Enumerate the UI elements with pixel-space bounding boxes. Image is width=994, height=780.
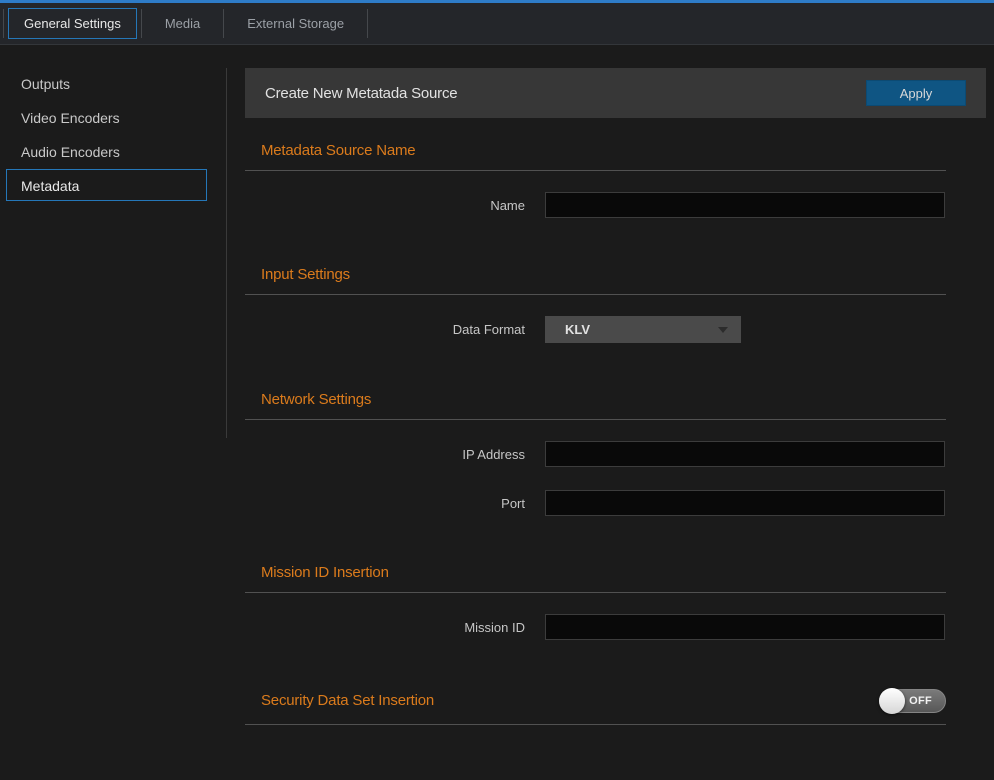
section-divider bbox=[245, 170, 946, 171]
section-heading-metadata-source-name: Metadata Source Name bbox=[261, 143, 946, 159]
form-row-security-data-set: Security Data Set Insertion OFF bbox=[245, 689, 946, 713]
sidebar: Outputs Video Encoders Audio Encoders Me… bbox=[0, 45, 227, 777]
form-row-data-format: Data Format KLV bbox=[245, 316, 946, 343]
app-window: General Settings Media External Storage … bbox=[0, 0, 994, 780]
toggle-state-label: OFF bbox=[909, 695, 932, 707]
tab-media[interactable]: Media bbox=[145, 8, 220, 39]
metadata-source-form: Metadata Source Name Name Input Settings… bbox=[245, 143, 946, 725]
section-heading-input-settings: Input Settings bbox=[261, 267, 946, 283]
sidebar-item-audio-encoders[interactable]: Audio Encoders bbox=[6, 135, 207, 167]
form-row-mission-id: Mission ID bbox=[245, 614, 946, 640]
section-divider bbox=[245, 294, 946, 295]
ip-address-input[interactable] bbox=[545, 441, 945, 467]
data-format-dropdown[interactable]: KLV bbox=[545, 316, 741, 343]
section-divider bbox=[245, 419, 946, 420]
ip-address-label: IP Address bbox=[245, 447, 545, 462]
tab-separator bbox=[367, 9, 368, 38]
form-row-ip-address: IP Address bbox=[245, 441, 946, 467]
port-label: Port bbox=[245, 496, 545, 511]
tab-general-settings[interactable]: General Settings bbox=[8, 8, 137, 39]
section-heading-mission-id-insertion: Mission ID Insertion bbox=[261, 565, 946, 581]
tab-external-storage[interactable]: External Storage bbox=[227, 8, 364, 39]
section-heading-security-data-set-insertion: Security Data Set Insertion bbox=[261, 693, 434, 709]
form-row-port: Port bbox=[245, 490, 946, 516]
name-label: Name bbox=[245, 198, 545, 213]
page-title: Create New Metatada Source bbox=[265, 85, 457, 102]
section-divider bbox=[245, 592, 946, 593]
toggle-knob-icon bbox=[879, 688, 905, 714]
tab-separator bbox=[223, 9, 224, 38]
apply-button[interactable]: Apply bbox=[866, 80, 966, 106]
tab-separator bbox=[3, 9, 4, 38]
panel-header: Create New Metatada Source Apply bbox=[245, 68, 986, 118]
section-divider bbox=[245, 724, 946, 725]
data-format-label: Data Format bbox=[245, 322, 545, 337]
data-format-selected-value: KLV bbox=[565, 322, 590, 337]
sidebar-item-metadata[interactable]: Metadata bbox=[6, 169, 207, 201]
sidebar-item-outputs[interactable]: Outputs bbox=[6, 67, 207, 99]
section-heading-network-settings: Network Settings bbox=[261, 392, 946, 408]
tab-separator bbox=[141, 9, 142, 38]
main-panel: Create New Metatada Source Apply Metadat… bbox=[245, 68, 986, 777]
mission-id-label: Mission ID bbox=[245, 620, 545, 635]
mission-id-input[interactable] bbox=[545, 614, 945, 640]
form-row-name: Name bbox=[245, 192, 946, 218]
name-input[interactable] bbox=[545, 192, 945, 218]
security-data-set-toggle[interactable]: OFF bbox=[879, 689, 946, 713]
chevron-down-icon bbox=[718, 327, 728, 333]
port-input[interactable] bbox=[545, 490, 945, 516]
top-tab-bar: General Settings Media External Storage bbox=[0, 0, 994, 45]
sidebar-item-video-encoders[interactable]: Video Encoders bbox=[6, 101, 207, 133]
